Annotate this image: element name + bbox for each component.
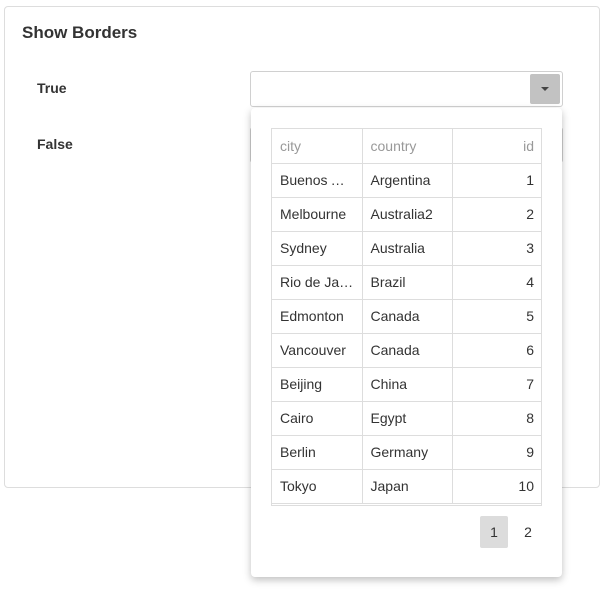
false-row-label: False (37, 136, 73, 152)
dropdown-popup: city country id Buenos Aires Argentina 1 Me… (251, 108, 562, 577)
data-grid: city country id Buenos Aires Argentina 1 Me… (271, 128, 542, 506)
table-row[interactable]: Cairo Egypt 8 (272, 401, 541, 436)
card-title: Show Borders (22, 23, 138, 42)
cell-country: Australia2 (362, 197, 453, 232)
cell-id: 7 (452, 367, 541, 402)
table-row[interactable]: Tokyo Japan 10 (272, 469, 541, 504)
table-row[interactable]: Rio de Janeiro Brazil 4 (272, 265, 541, 300)
page-button-1[interactable]: 1 (480, 516, 508, 548)
cell-city: Melbourne (272, 197, 363, 232)
page-button-2[interactable]: 2 (514, 516, 542, 548)
cell-city: Berlin (272, 435, 363, 470)
table-row[interactable]: Melbourne Australia2 2 (272, 197, 541, 232)
table-row[interactable]: Edmonton Canada 5 (272, 299, 541, 334)
cell-id: 5 (452, 299, 541, 334)
cell-id: 2 (452, 197, 541, 232)
dropdown-true[interactable] (250, 71, 563, 107)
table-row[interactable]: Vancouver Canada 6 (272, 333, 541, 368)
cell-country: Canada (362, 333, 453, 368)
cell-id: 4 (452, 265, 541, 300)
pager: 1 2 (480, 516, 542, 548)
true-row-label: True (37, 80, 67, 96)
table-row[interactable]: Buenos Aires Argentina 1 (272, 163, 541, 198)
cell-city: Edmonton (272, 299, 363, 334)
cell-id: 6 (452, 333, 541, 368)
cell-city: Tokyo (272, 469, 363, 504)
caret-down-icon (541, 87, 549, 91)
cell-id: 3 (452, 231, 541, 266)
cell-city: Beijing (272, 367, 363, 402)
cell-city: Vancouver (272, 333, 363, 368)
cell-id: 10 (452, 469, 541, 504)
cell-id: 1 (452, 163, 541, 198)
grid-table: city country id Buenos Aires Argentina 1 Me… (272, 129, 541, 504)
column-header-id[interactable]: id (452, 129, 541, 164)
dropdown-toggle-button[interactable] (530, 74, 560, 104)
cell-country: Argentina (362, 163, 453, 198)
cell-city: Rio de Janeiro (272, 265, 363, 300)
table-row[interactable]: Berlin Germany 9 (272, 435, 541, 470)
table-row[interactable]: Beijing China 7 (272, 367, 541, 402)
cell-city: Buenos Aires (272, 163, 363, 198)
table-row[interactable]: Sydney Australia 3 (272, 231, 541, 266)
cell-country: Japan (362, 469, 453, 504)
cell-country: China (362, 367, 453, 402)
cell-id: 9 (452, 435, 541, 470)
header-row: city country id (272, 129, 541, 164)
column-header-city[interactable]: city (272, 129, 363, 164)
cell-country: Australia (362, 231, 453, 266)
cell-city: Sydney (272, 231, 363, 266)
cell-country: Germany (362, 435, 453, 470)
cell-id: 8 (452, 401, 541, 436)
column-header-country[interactable]: country (362, 129, 453, 164)
cell-city: Cairo (272, 401, 363, 436)
cell-country: Canada (362, 299, 453, 334)
cell-country: Egypt (362, 401, 453, 436)
cell-country: Brazil (362, 265, 453, 300)
